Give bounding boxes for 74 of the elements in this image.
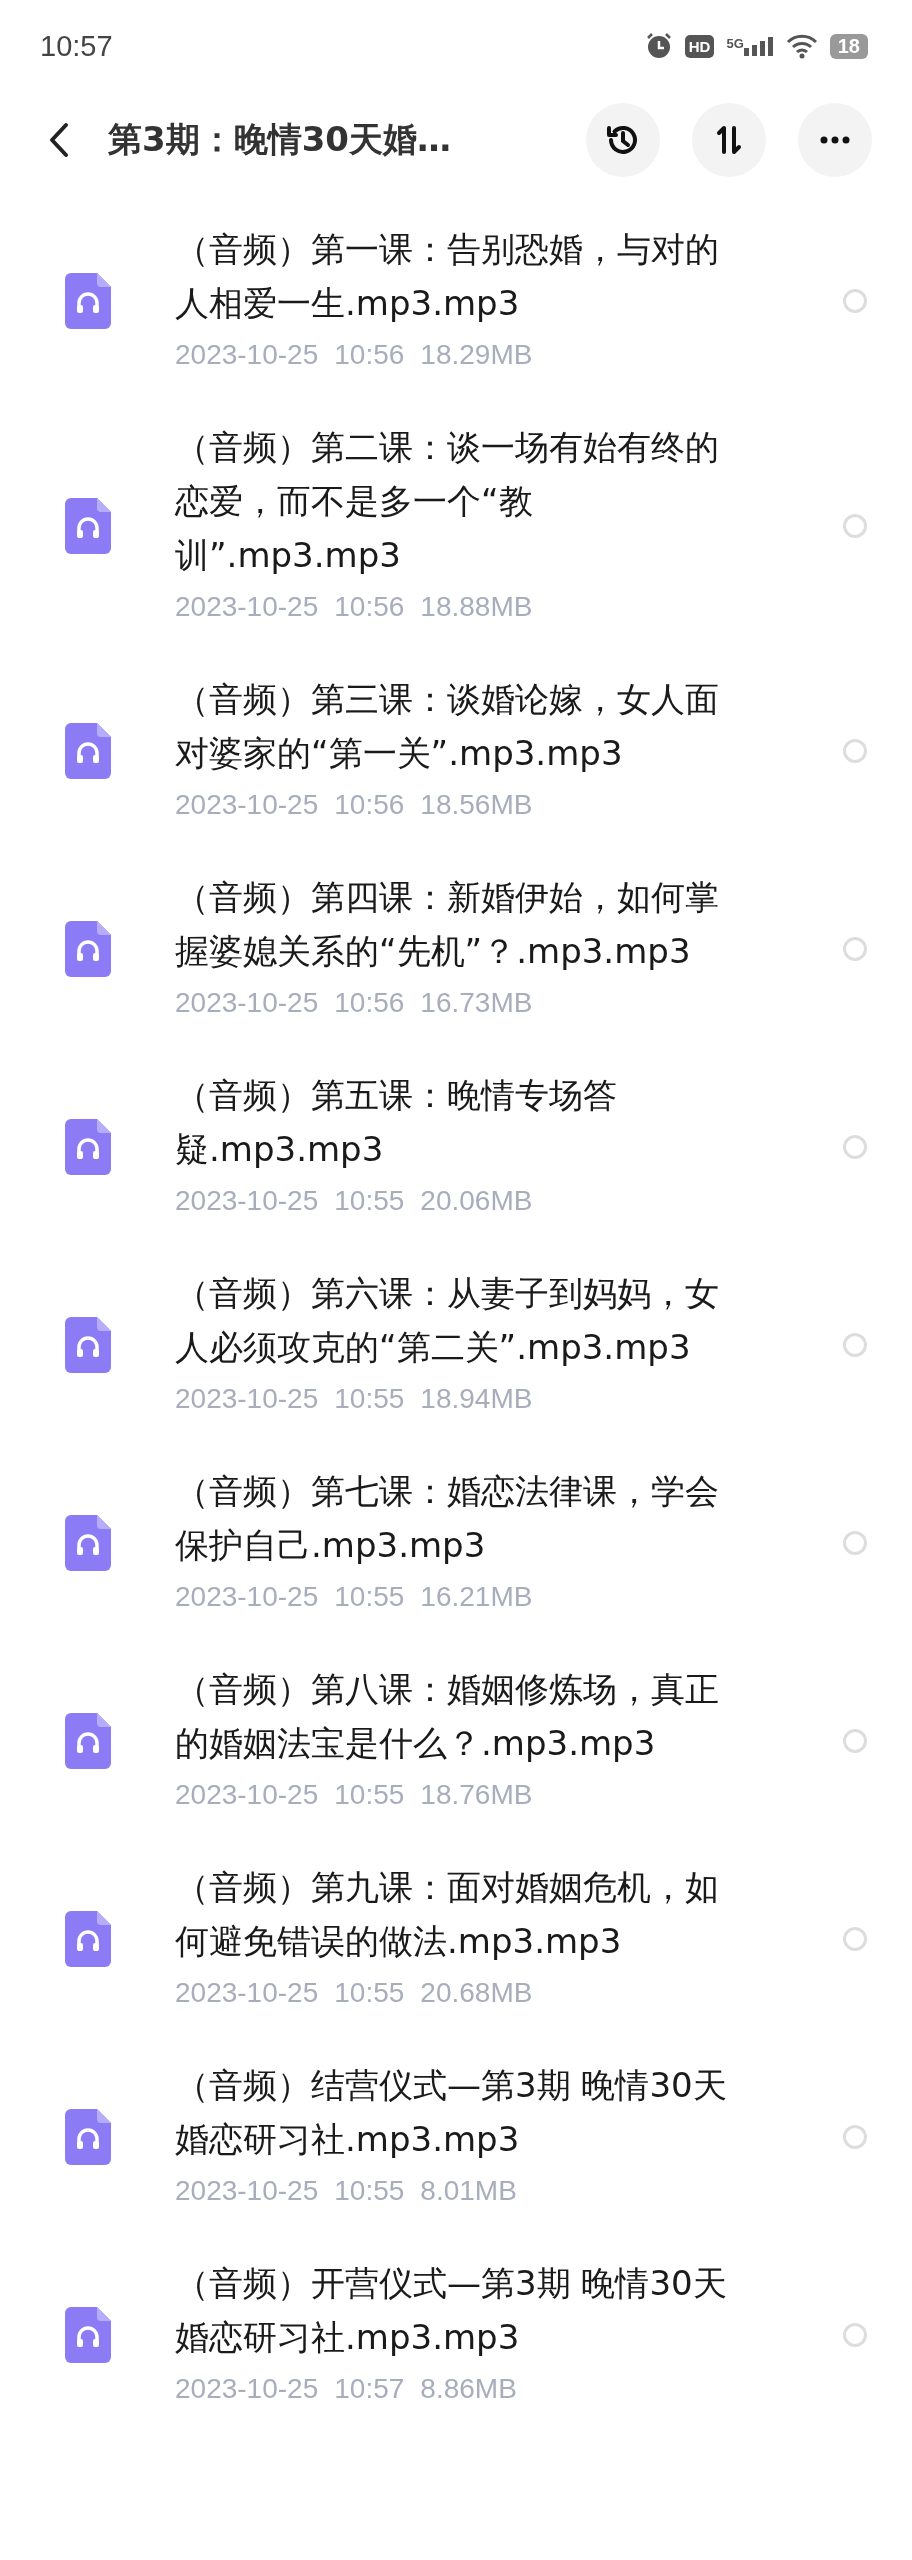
- select-radio[interactable]: [843, 2323, 867, 2347]
- file-name[interactable]: （音频）第一课：告别恐婚，与对的人相爱一生.mp3.mp3: [175, 222, 747, 330]
- file-time: 10:55: [334, 1184, 405, 1218]
- file-time: 10:57: [334, 2372, 405, 2406]
- file-name[interactable]: （音频）第四课：新婚伊始，如何掌握婆媳关系的“先机”？.mp3.mp3: [175, 870, 747, 978]
- audio-file-icon: [65, 1911, 111, 1967]
- select-radio[interactable]: [843, 2125, 867, 2149]
- status-time: 10:57: [40, 29, 113, 63]
- select-radio[interactable]: [843, 514, 867, 538]
- select-radio[interactable]: [843, 937, 867, 961]
- file-name[interactable]: （音频）结营仪式—第3期 晚情30天婚恋研习社.mp3.mp3: [175, 2058, 747, 2166]
- file-time: 10:55: [334, 1580, 405, 1614]
- file-date: 2023-10-25: [175, 1976, 319, 2010]
- audio-file-icon: [65, 498, 111, 554]
- file-name[interactable]: （音频）第八课：婚姻修炼场，真正的婚姻法宝是什么？.mp3.mp3: [175, 1662, 747, 1770]
- signal-icon: [743, 36, 774, 56]
- file-time: 10:55: [334, 2174, 405, 2208]
- audio-file-icon: [65, 723, 111, 779]
- hd-badge: HD: [684, 34, 715, 58]
- file-date: 2023-10-25: [175, 2372, 319, 2406]
- file-name[interactable]: （音频）第九课：面对婚姻危机，如何避免错误的做法.mp3.mp3: [175, 1860, 747, 1968]
- file-date: 2023-10-25: [175, 1382, 319, 1416]
- file-date: 2023-10-25: [175, 2174, 319, 2208]
- file-size: 18.94MB: [420, 1382, 533, 1416]
- file-date: 2023-10-25: [175, 590, 319, 624]
- file-time: 10:55: [334, 1976, 405, 2010]
- file-size: 18.76MB: [420, 1778, 533, 1812]
- file-name[interactable]: （音频）开营仪式—第3期 晚情30天婚恋研习社.mp3.mp3: [175, 2256, 747, 2364]
- file-time: 10:56: [334, 788, 405, 822]
- audio-file-icon: [65, 2307, 111, 2363]
- file-time: 10:55: [334, 1778, 405, 1812]
- audio-file-icon: [65, 1713, 111, 1769]
- file-time: 10:56: [334, 986, 405, 1020]
- network-label: 5G: [726, 36, 744, 51]
- file-date: 2023-10-25: [175, 1778, 319, 1812]
- audio-file-icon: [65, 1515, 111, 1571]
- audio-file-icon: [65, 2109, 111, 2165]
- file-name[interactable]: （音频）第七课：婚恋法律课，学会保护自己.mp3.mp3: [175, 1464, 747, 1572]
- select-radio[interactable]: [843, 1531, 867, 1555]
- file-size: 8.01MB: [420, 2174, 517, 2208]
- select-radio[interactable]: [843, 1333, 867, 1357]
- file-time: 10:55: [334, 1382, 405, 1416]
- file-date: 2023-10-25: [175, 1184, 319, 1218]
- file-size: 16.21MB: [420, 1580, 533, 1614]
- file-size: 16.73MB: [420, 986, 533, 1020]
- file-time: 10:56: [334, 590, 405, 624]
- page-title: 第3期：晚情30天婚…: [108, 118, 452, 161]
- audio-file-icon: [65, 273, 111, 329]
- file-size: 8.86MB: [420, 2372, 517, 2406]
- back-icon[interactable]: [48, 122, 70, 158]
- file-size: 18.88MB: [420, 590, 533, 624]
- file-size: 18.29MB: [420, 338, 533, 372]
- file-size: 20.06MB: [420, 1184, 533, 1218]
- file-name[interactable]: （音频）第六课：从妻子到妈妈，女人必须攻克的“第二关”.mp3.mp3: [175, 1266, 747, 1374]
- file-name[interactable]: （音频）第五课：晚情专场答疑.mp3.mp3: [175, 1068, 747, 1176]
- select-radio[interactable]: [843, 289, 867, 313]
- file-name[interactable]: （音频）第二课：谈一场有始有终的恋爱，而不是多一个“教训”.mp3.mp3: [175, 420, 747, 582]
- file-date: 2023-10-25: [175, 338, 319, 372]
- file-time: 10:56: [334, 338, 405, 372]
- wifi-icon: [785, 33, 818, 59]
- battery-icon: 18: [829, 33, 868, 59]
- select-radio[interactable]: [843, 1729, 867, 1753]
- file-date: 2023-10-25: [175, 1580, 319, 1614]
- audio-file-icon: [65, 921, 111, 977]
- file-size: 18.56MB: [420, 788, 533, 822]
- file-size: 20.68MB: [420, 1976, 533, 2010]
- file-date: 2023-10-25: [175, 788, 319, 822]
- audio-file-icon: [65, 1119, 111, 1175]
- audio-file-icon: [65, 1317, 111, 1373]
- file-name[interactable]: （音频）第三课：谈婚论嫁，女人面对婆家的“第一关”.mp3.mp3: [175, 672, 747, 780]
- select-radio[interactable]: [843, 1927, 867, 1951]
- select-radio[interactable]: [843, 1135, 867, 1159]
- file-date: 2023-10-25: [175, 986, 319, 1020]
- select-radio[interactable]: [843, 739, 867, 763]
